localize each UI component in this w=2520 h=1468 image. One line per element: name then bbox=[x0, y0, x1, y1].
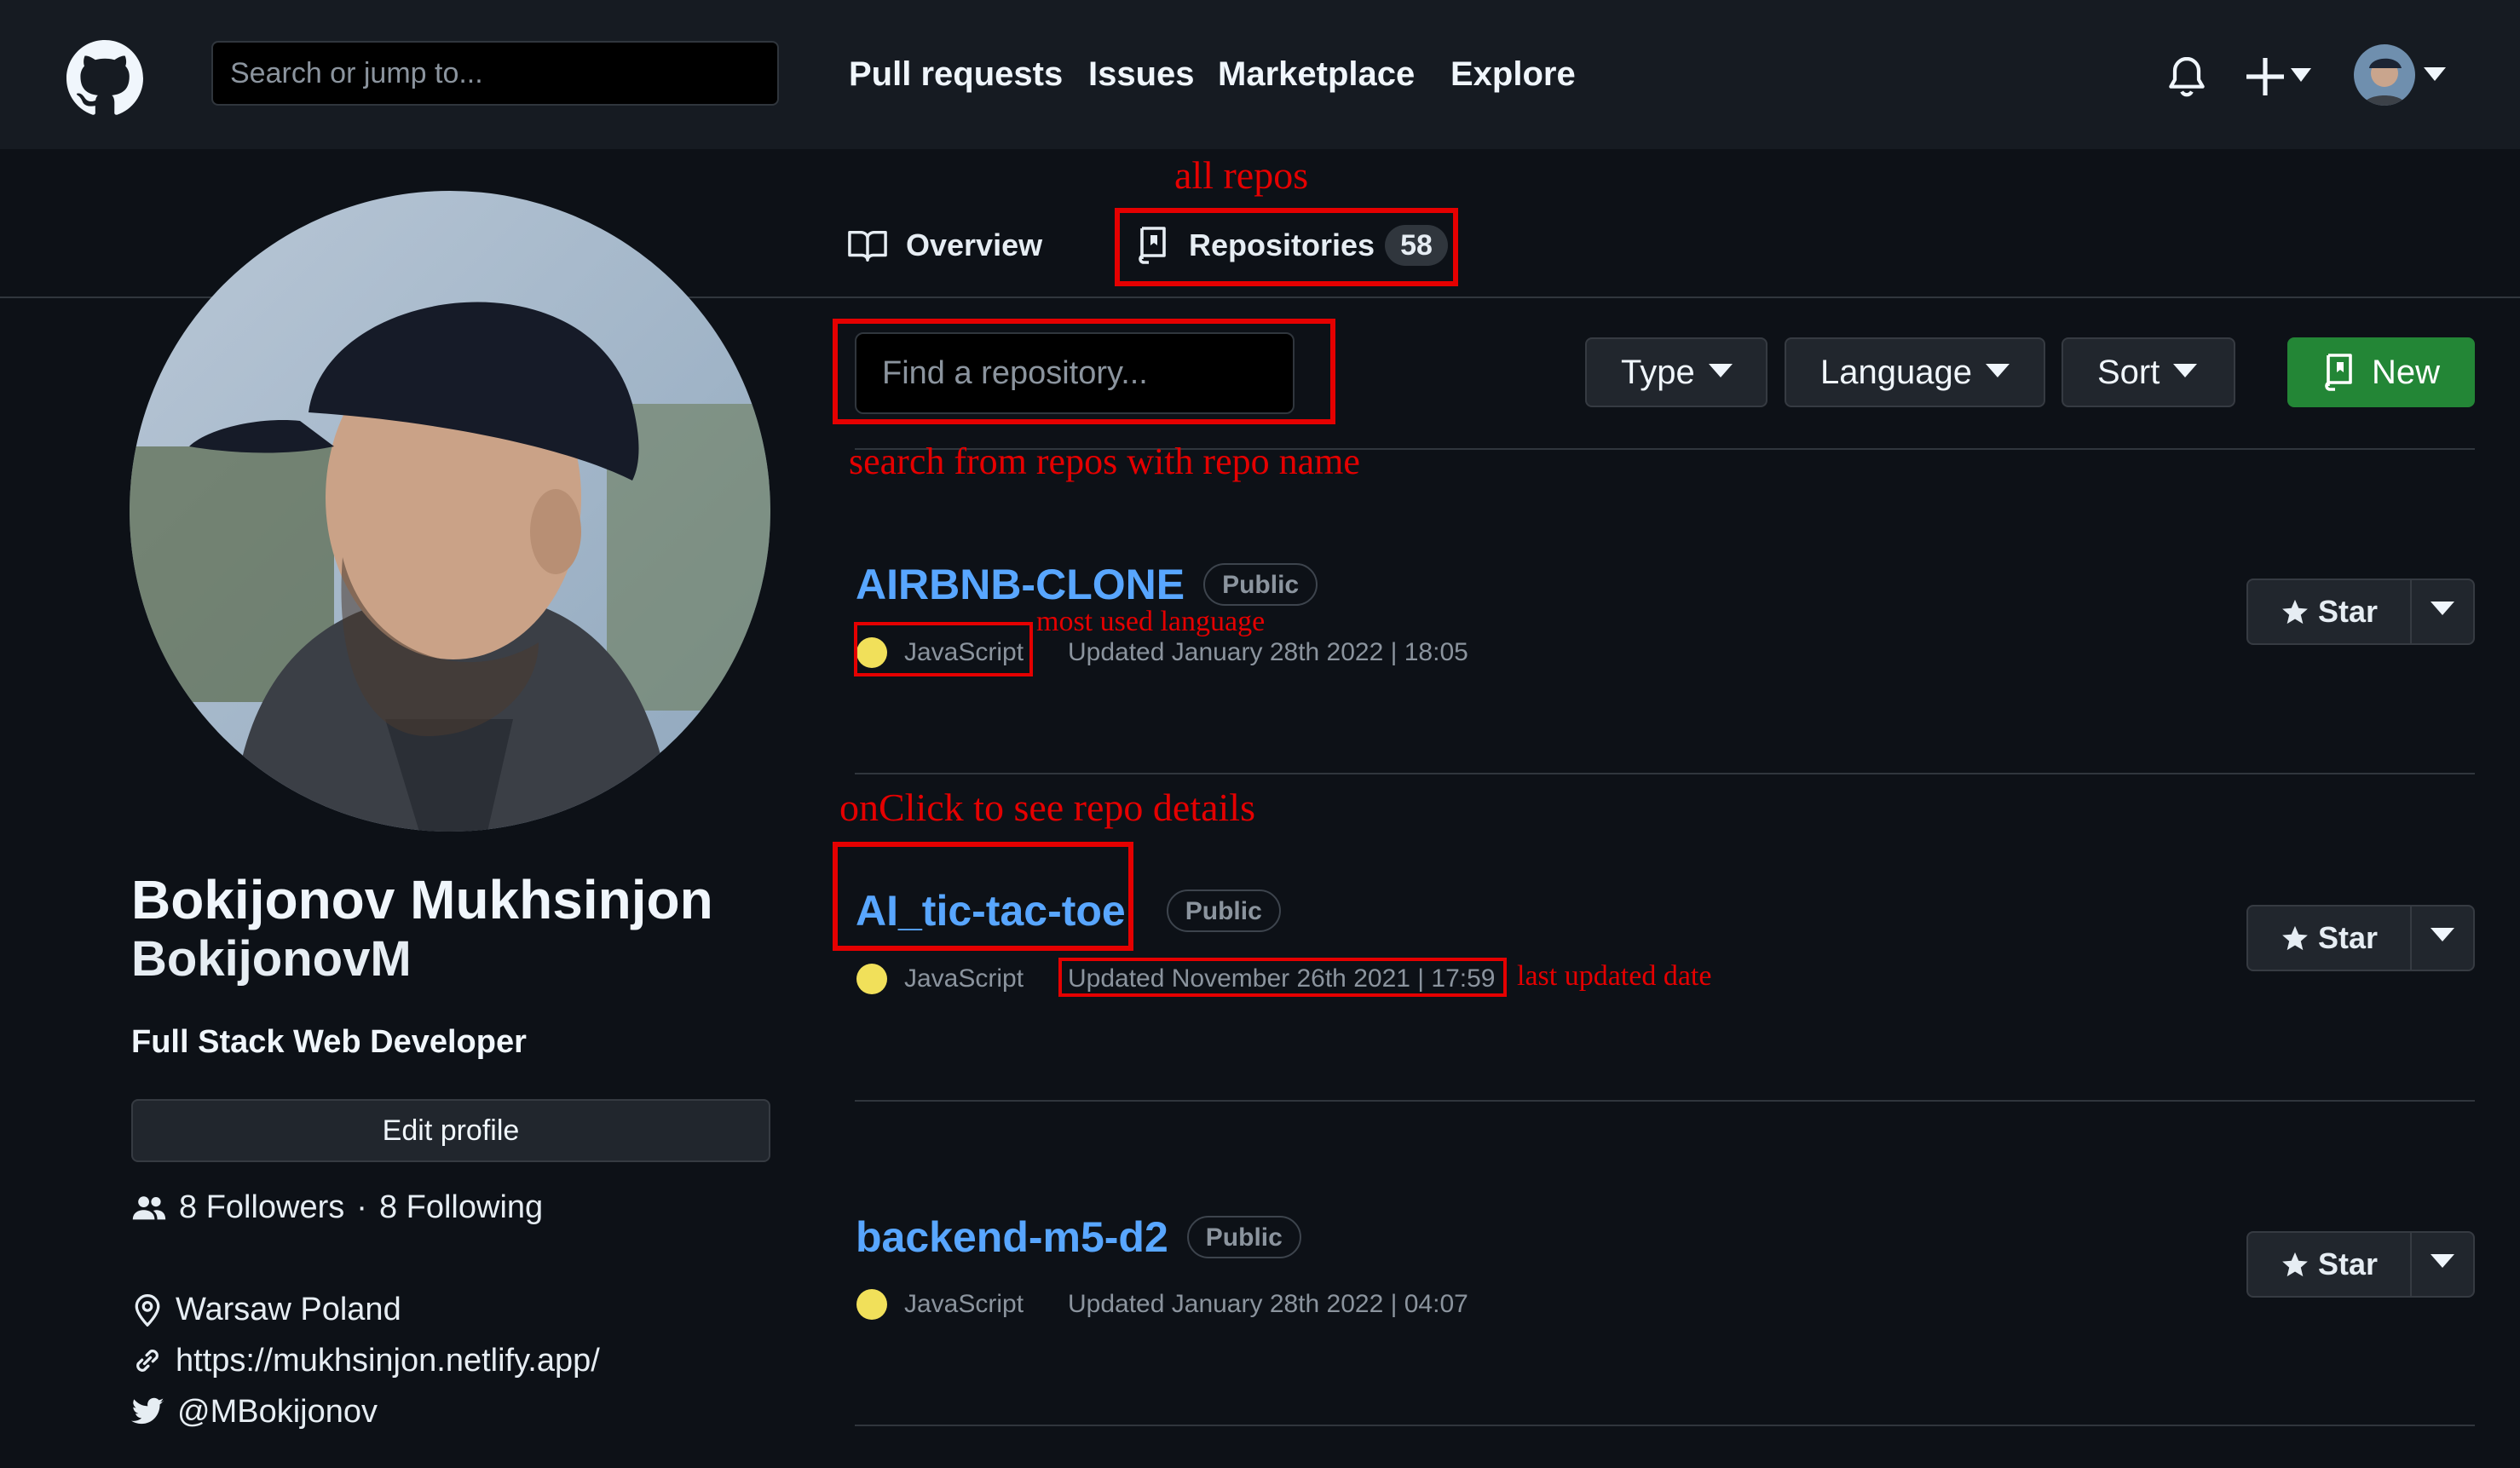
repo-divider bbox=[855, 1100, 2475, 1102]
profile-photo-image bbox=[130, 191, 770, 832]
star-label: Star bbox=[2317, 1246, 2379, 1281]
repo-name-link[interactable]: backend-m5-d2 bbox=[856, 1212, 1168, 1263]
annotation-last-updated: last updated date bbox=[1517, 960, 1712, 992]
star-dropdown-button[interactable] bbox=[2412, 1233, 2473, 1296]
nav-marketplace[interactable]: Marketplace bbox=[1218, 53, 1415, 95]
annotation-box-search bbox=[833, 319, 1335, 424]
annotation-all-repos: all repos bbox=[1174, 153, 1309, 197]
avatar-caret-icon[interactable] bbox=[2422, 65, 2448, 83]
profile-username: BokijonovM bbox=[131, 931, 412, 987]
language-color-dot bbox=[856, 1289, 887, 1320]
twitter-handle-link[interactable]: @MBokijonov bbox=[177, 1390, 378, 1433]
repo-language: JavaScript bbox=[904, 964, 1024, 993]
star-icon bbox=[2282, 925, 2308, 951]
star-label: Star bbox=[2317, 920, 2379, 955]
nav-pull-requests[interactable]: Pull requests bbox=[849, 53, 1063, 95]
tab-overview-label: Overview bbox=[906, 227, 1043, 262]
type-filter-label: Type bbox=[1621, 354, 1695, 391]
annotation-search-note: search from repos with repo name bbox=[849, 440, 1360, 482]
avatar-image bbox=[2354, 44, 2415, 106]
people-icon bbox=[132, 1196, 166, 1220]
star-main-button[interactable]: Star bbox=[2248, 580, 2412, 643]
repo-updated-date: Updated January 28th 2022 | 18:05 bbox=[1068, 638, 1468, 666]
sort-caret-icon bbox=[2173, 364, 2198, 378]
repo-name-link[interactable]: AIRBNB-CLONE bbox=[856, 559, 1185, 610]
repo-visibility-badge: Public bbox=[1166, 889, 1281, 932]
global-search-input[interactable]: Search or jump to... bbox=[211, 41, 779, 106]
location-row: Warsaw Poland bbox=[131, 1288, 401, 1331]
website-row: https://mukhsinjon.netlify.app/ bbox=[131, 1339, 600, 1382]
annotation-box-repo-name bbox=[833, 842, 1133, 951]
following-link[interactable]: 8 Following bbox=[379, 1186, 543, 1229]
star-caret-icon bbox=[2431, 602, 2454, 615]
star-button[interactable]: Star bbox=[2246, 1231, 2475, 1298]
annotation-box-repositories-tab bbox=[1115, 208, 1458, 286]
profile-bio: Full Stack Web Developer bbox=[131, 1024, 527, 1060]
sort-button[interactable]: Sort bbox=[2062, 337, 2235, 407]
repo-divider bbox=[855, 773, 2475, 774]
annotation-onclick-note: onClick to see repo details bbox=[839, 786, 1255, 829]
notifications-bell-icon[interactable] bbox=[2163, 53, 2211, 101]
followers-row: 8 Followers · 8 Following bbox=[131, 1186, 543, 1229]
star-caret-icon bbox=[2431, 1254, 2454, 1268]
repo-visibility-badge: Public bbox=[1203, 563, 1318, 606]
star-main-button[interactable]: Star bbox=[2248, 1233, 2412, 1296]
annotation-most-used-language: most used language bbox=[1036, 606, 1266, 637]
language-filter-label: Language bbox=[1820, 354, 1972, 391]
type-caret-icon bbox=[1708, 364, 1733, 378]
repo-divider bbox=[855, 1425, 2475, 1426]
location-text: Warsaw Poland bbox=[176, 1292, 401, 1327]
location-pin-icon bbox=[135, 1294, 160, 1327]
star-icon bbox=[2282, 1252, 2308, 1277]
tab-overview[interactable]: Overview bbox=[848, 220, 1042, 271]
language-filter-button[interactable]: Language bbox=[1785, 337, 2045, 407]
type-filter-button[interactable]: Type bbox=[1585, 337, 1767, 407]
repo-visibility-badge: Public bbox=[1186, 1216, 1301, 1258]
website-link[interactable]: https://mukhsinjon.netlify.app/ bbox=[176, 1339, 600, 1382]
annotation-box-updated-date bbox=[1058, 958, 1507, 997]
followers-separator: · bbox=[356, 1189, 367, 1225]
repo-item-title: backend-m5-d2 Public bbox=[856, 1212, 1301, 1263]
star-icon bbox=[2282, 599, 2308, 625]
create-new-plus-icon[interactable] bbox=[2245, 53, 2313, 101]
star-button[interactable]: Star bbox=[2246, 905, 2475, 971]
repo-language: JavaScript bbox=[904, 1290, 1024, 1318]
nav-explore[interactable]: Explore bbox=[1450, 53, 1576, 95]
link-icon bbox=[136, 1350, 159, 1372]
star-label: Star bbox=[2317, 594, 2379, 629]
profile-avatar[interactable] bbox=[130, 191, 770, 832]
user-avatar-menu[interactable] bbox=[2354, 44, 2415, 106]
twitter-bird-icon bbox=[131, 1397, 164, 1425]
book-icon bbox=[848, 230, 887, 262]
star-caret-icon bbox=[2431, 928, 2454, 941]
new-repository-button[interactable]: New bbox=[2287, 337, 2475, 407]
annotation-box-language bbox=[854, 622, 1033, 676]
nav-issues[interactable]: Issues bbox=[1088, 53, 1195, 95]
sort-label: Sort bbox=[2097, 354, 2160, 391]
edit-profile-button[interactable]: Edit profile bbox=[131, 1099, 770, 1162]
repo-item-title: AIRBNB-CLONE Public bbox=[856, 559, 1318, 610]
new-repo-icon bbox=[2325, 354, 2352, 391]
star-dropdown-button[interactable] bbox=[2412, 580, 2473, 643]
language-color-dot bbox=[856, 964, 887, 994]
language-caret-icon bbox=[1985, 364, 2010, 378]
profile-full-name: Bokijonov Mukhsinjon bbox=[131, 869, 713, 930]
repo-updated-date: Updated January 28th 2022 | 04:07 bbox=[1068, 1290, 1468, 1318]
star-button[interactable]: Star bbox=[2246, 579, 2475, 645]
followers-link[interactable]: 8 Followers bbox=[179, 1186, 344, 1229]
star-dropdown-button[interactable] bbox=[2412, 907, 2473, 970]
new-button-label: New bbox=[2371, 354, 2441, 391]
github-logo-icon[interactable] bbox=[66, 40, 143, 117]
star-main-button[interactable]: Star bbox=[2248, 907, 2412, 970]
twitter-row: @MBokijonov bbox=[131, 1390, 378, 1433]
